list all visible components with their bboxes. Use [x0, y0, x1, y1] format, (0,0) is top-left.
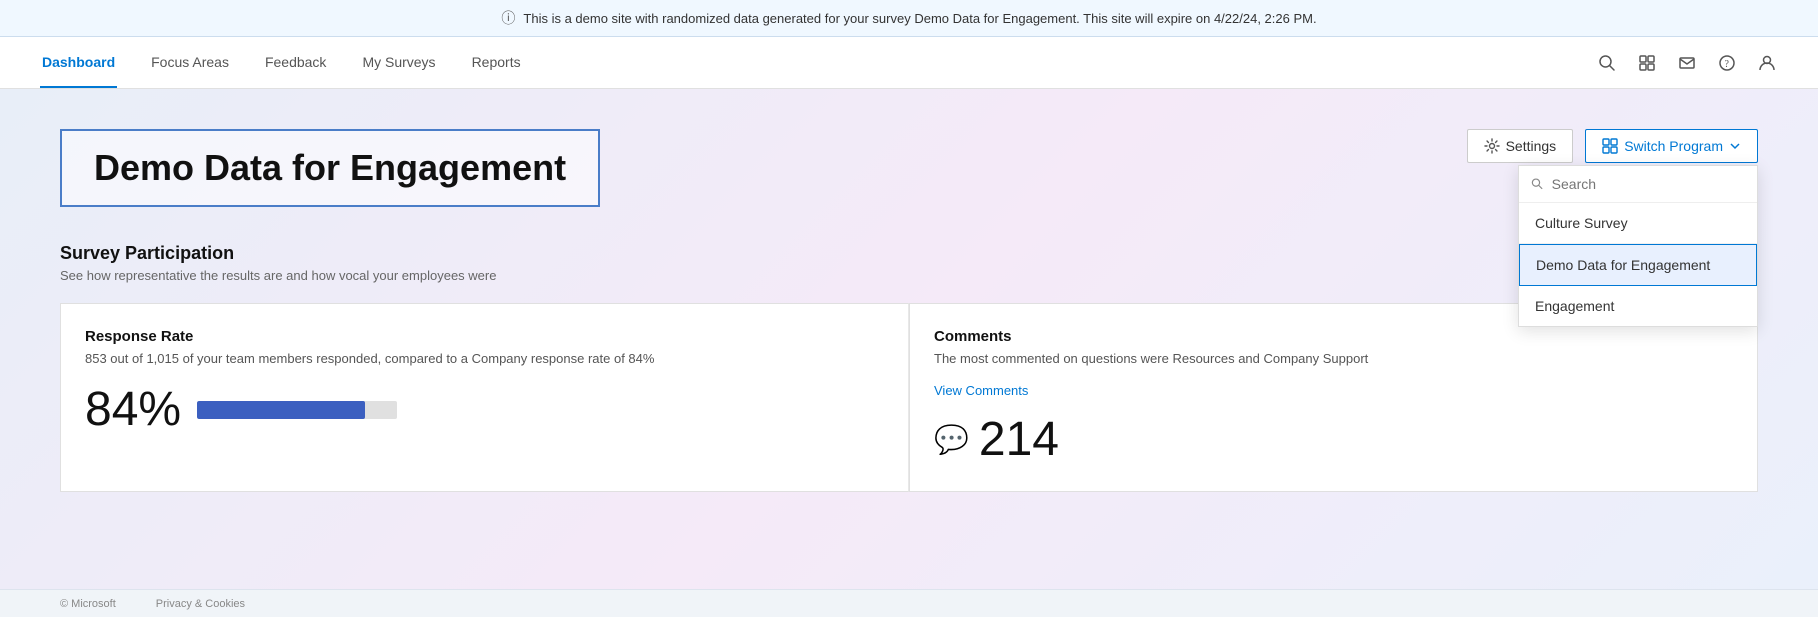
dropdown-search-input[interactable]: [1552, 176, 1745, 192]
settings-button[interactable]: Settings: [1467, 129, 1574, 163]
nav-item-focus-areas[interactable]: Focus Areas: [149, 37, 231, 88]
dropdown-search-container[interactable]: [1519, 166, 1757, 203]
comments-card: Comments The most commented on questions…: [909, 303, 1758, 492]
nav-item-my-surveys[interactable]: My Surveys: [360, 37, 437, 88]
section-title: Survey Participation: [60, 243, 1758, 264]
switch-icon: [1602, 138, 1618, 154]
switch-program-label: Switch Program: [1624, 138, 1723, 154]
demo-banner-text: This is a demo site with randomized data…: [523, 11, 1316, 26]
dropdown-item-demo-data[interactable]: Demo Data for Engagement: [1519, 244, 1757, 286]
switch-program-button[interactable]: Switch Program: [1585, 129, 1758, 163]
comments-count-row: 💬 214: [934, 412, 1733, 467]
nav-icons: ?: [1596, 52, 1778, 74]
switch-program-container: Switch Program Culture Survey Demo Data …: [1585, 129, 1758, 163]
comment-bubble-icon: 💬: [934, 423, 969, 456]
top-right-buttons: Settings Switch Program: [1467, 129, 1758, 163]
response-rate-percent: 84%: [85, 382, 181, 437]
response-rate-title: Response Rate: [85, 328, 884, 345]
progress-bar-fill: [197, 401, 365, 419]
nav-item-reports[interactable]: Reports: [470, 37, 523, 88]
bottom-bar: © Microsoft Privacy & Cookies: [0, 589, 1818, 617]
bottom-left: © Microsoft: [60, 598, 116, 610]
settings-icon: [1484, 138, 1500, 154]
comments-subtitle: The most commented on questions were Res…: [934, 351, 1733, 366]
view-comments-link[interactable]: View Comments: [934, 383, 1028, 398]
navbar: Dashboard Focus Areas Feedback My Survey…: [0, 37, 1818, 89]
switch-program-dropdown: Culture Survey Demo Data for Engagement …: [1518, 165, 1758, 327]
nav-links: Dashboard Focus Areas Feedback My Survey…: [40, 37, 523, 88]
dropdown-search-icon: [1531, 177, 1544, 191]
dropdown-item-culture-survey[interactable]: Culture Survey: [1519, 203, 1757, 244]
bottom-right: Privacy & Cookies: [156, 598, 245, 610]
response-rate-subtitle: 853 out of 1,015 of your team members re…: [85, 351, 884, 366]
info-icon: ⓘ: [501, 8, 515, 28]
dropdown-item-engagement[interactable]: Engagement: [1519, 286, 1757, 326]
section-subtitle: See how representative the results are a…: [60, 268, 1758, 283]
comments-title: Comments: [934, 328, 1733, 345]
cards-row: Response Rate 853 out of 1,015 of your t…: [60, 303, 1758, 492]
mail-icon[interactable]: [1676, 52, 1698, 74]
help-icon[interactable]: ?: [1716, 52, 1738, 74]
user-icon[interactable]: [1756, 52, 1778, 74]
svg-text:?: ?: [1725, 59, 1730, 70]
nav-item-dashboard[interactable]: Dashboard: [40, 37, 117, 88]
settings-label: Settings: [1506, 138, 1557, 154]
main-content: Demo Data for Engagement Settings Switch…: [0, 89, 1818, 589]
nav-item-feedback[interactable]: Feedback: [263, 37, 328, 88]
progress-bar-container: [197, 401, 397, 419]
page-title-box: Demo Data for Engagement: [60, 129, 600, 207]
demo-banner: ⓘ This is a demo site with randomized da…: [0, 0, 1818, 37]
response-rate-card: Response Rate 853 out of 1,015 of your t…: [60, 303, 909, 492]
progress-row: 84%: [85, 382, 884, 437]
chevron-down-icon: [1729, 140, 1741, 152]
comments-count: 214: [979, 412, 1059, 467]
survey-participation-section: Survey Participation See how representat…: [60, 243, 1758, 492]
layout-icon[interactable]: [1636, 52, 1658, 74]
page-title: Demo Data for Engagement: [94, 147, 566, 189]
search-icon[interactable]: [1596, 52, 1618, 74]
